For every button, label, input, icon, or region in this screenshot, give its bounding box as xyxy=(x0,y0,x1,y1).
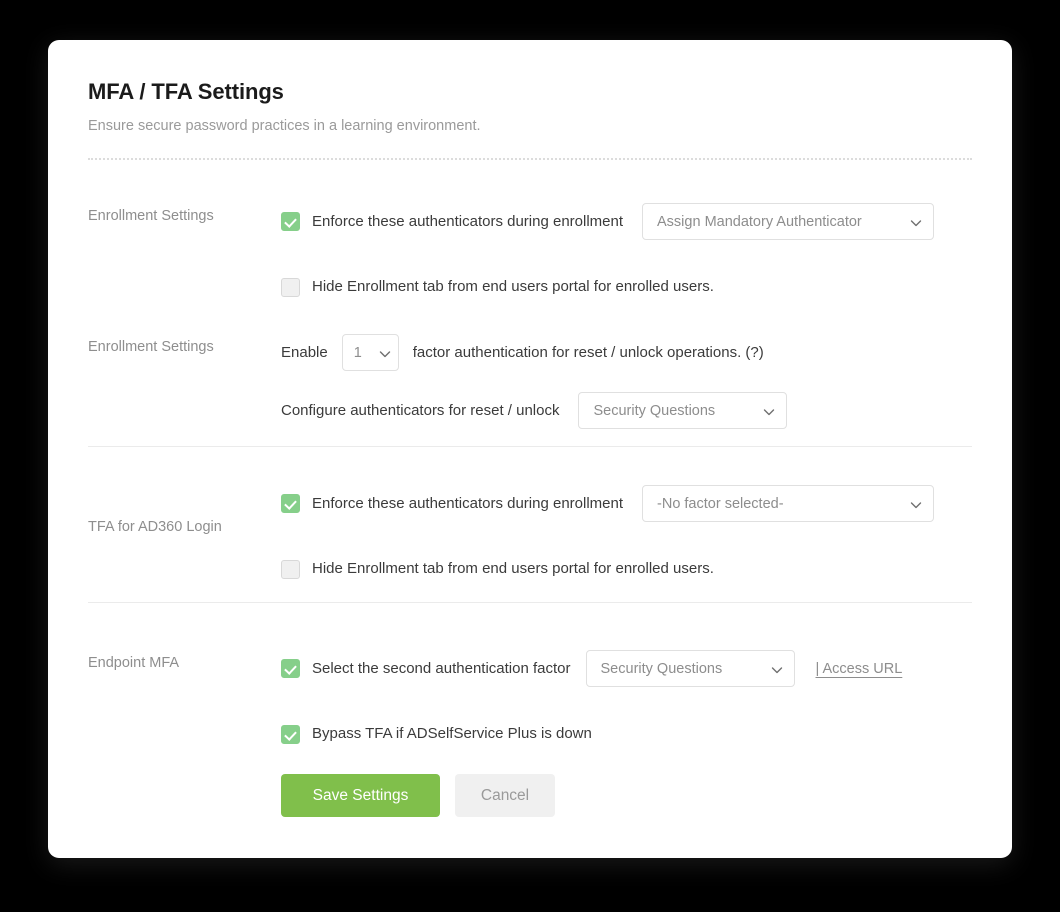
mfa-settings-card: MFA / TFA Settings Ensure secure passwor… xyxy=(48,40,1012,858)
chevron-down-icon xyxy=(910,217,921,228)
enforce-authenticators-line-1: Enforce these authenticators during enro… xyxy=(281,203,972,240)
configure-authenticators-select-value: Security Questions xyxy=(593,403,715,419)
section-endpoint-mfa: Endpoint MFA Select the second authentic… xyxy=(88,650,972,744)
enforce-authenticators-label-2: Enforce these authenticators during enro… xyxy=(312,494,623,514)
row-endpoint-mfa: Endpoint MFA Select the second authentic… xyxy=(88,650,972,744)
chevron-down-icon xyxy=(910,499,921,510)
card-header: MFA / TFA Settings Ensure secure passwor… xyxy=(88,78,972,136)
configure-authenticators-label: Configure authenticators for reset / unl… xyxy=(281,401,559,421)
no-factor-selected-select[interactable]: -No factor selected- xyxy=(642,485,934,522)
factor-count-select-value: 1 xyxy=(354,345,362,361)
save-settings-button[interactable]: Save Settings xyxy=(281,774,440,817)
second-factor-line: Select the second authentication factor … xyxy=(281,650,972,687)
section-enrollment-settings-2: Enrollment Settings Enable 1 factor auth… xyxy=(88,334,972,429)
section-tfa-ad360-login: TFA for AD360 Login Enforce these authen… xyxy=(88,485,972,579)
page-subtitle: Ensure secure password practices in a le… xyxy=(88,106,972,136)
footer-actions: Save Settings Cancel xyxy=(88,774,972,817)
section-label-enrollment-settings-1: Enrollment Settings xyxy=(88,203,281,227)
second-factor-select[interactable]: Security Questions xyxy=(586,650,795,687)
page-title: MFA / TFA Settings xyxy=(88,78,972,106)
hide-enrollment-tab-line-2: Hide Enrollment tab from end users porta… xyxy=(281,559,972,579)
mandatory-authenticator-select[interactable]: Assign Mandatory Authenticator xyxy=(642,203,934,240)
page-background: MFA / TFA Settings Ensure secure passwor… xyxy=(0,0,1060,912)
enable-prefix-label: Enable xyxy=(281,343,328,363)
footer-spacer xyxy=(88,774,281,777)
access-url-link[interactable]: | Access URL xyxy=(816,661,903,677)
cancel-button[interactable]: Cancel xyxy=(455,774,555,817)
row-enable-factor: Enrollment Settings Enable 1 factor auth… xyxy=(88,334,972,429)
second-factor-label: Select the second authentication factor xyxy=(312,659,571,679)
mandatory-authenticator-select-value: Assign Mandatory Authenticator xyxy=(657,214,862,230)
section-divider-1 xyxy=(88,446,972,447)
bypass-tfa-checkbox[interactable] xyxy=(281,725,300,744)
hide-enrollment-tab-checkbox-2[interactable] xyxy=(281,560,300,579)
hide-enrollment-tab-label-1: Hide Enrollment tab from end users porta… xyxy=(312,277,714,297)
section-divider-2 xyxy=(88,602,972,603)
configure-authenticators-line: Configure authenticators for reset / unl… xyxy=(281,392,972,429)
section-label-tfa-ad360-login: TFA for AD360 Login xyxy=(88,485,281,538)
header-divider xyxy=(88,158,972,160)
enforce-authenticators-line-2: Enforce these authenticators during enro… xyxy=(281,485,972,522)
hide-enrollment-tab-line-1: Hide Enrollment tab from end users porta… xyxy=(281,277,972,297)
section-label-enrollment-settings-2: Enrollment Settings xyxy=(88,334,281,358)
enable-suffix-label: factor authentication for reset / unlock… xyxy=(413,343,764,363)
enforce-authenticators-checkbox-2[interactable] xyxy=(281,494,300,513)
bypass-tfa-label: Bypass TFA if ADSelfService Plus is down xyxy=(312,724,592,744)
second-factor-select-value: Security Questions xyxy=(601,661,723,677)
chevron-down-icon xyxy=(763,406,774,417)
bypass-tfa-line: Bypass TFA if ADSelfService Plus is down xyxy=(281,724,972,744)
section-enrollment-settings-1: Enrollment Settings Enforce these authen… xyxy=(88,203,972,297)
no-factor-selected-select-value: -No factor selected- xyxy=(657,496,784,512)
configure-authenticators-select[interactable]: Security Questions xyxy=(578,392,787,429)
hide-enrollment-tab-checkbox-1[interactable] xyxy=(281,278,300,297)
row-enforce-authenticators-2: TFA for AD360 Login Enforce these authen… xyxy=(88,485,972,579)
enable-factor-line: Enable 1 factor authentication for reset… xyxy=(281,334,972,371)
second-factor-checkbox[interactable] xyxy=(281,659,300,678)
factor-count-select[interactable]: 1 xyxy=(342,334,399,371)
section-label-endpoint-mfa: Endpoint MFA xyxy=(88,650,281,674)
row-enforce-authenticators-1: Enrollment Settings Enforce these authen… xyxy=(88,203,972,297)
enforce-authenticators-checkbox-1[interactable] xyxy=(281,212,300,231)
chevron-down-icon xyxy=(379,348,390,359)
chevron-down-icon xyxy=(771,664,782,675)
hide-enrollment-tab-label-2: Hide Enrollment tab from end users porta… xyxy=(312,559,714,579)
enforce-authenticators-label-1: Enforce these authenticators during enro… xyxy=(312,212,623,232)
